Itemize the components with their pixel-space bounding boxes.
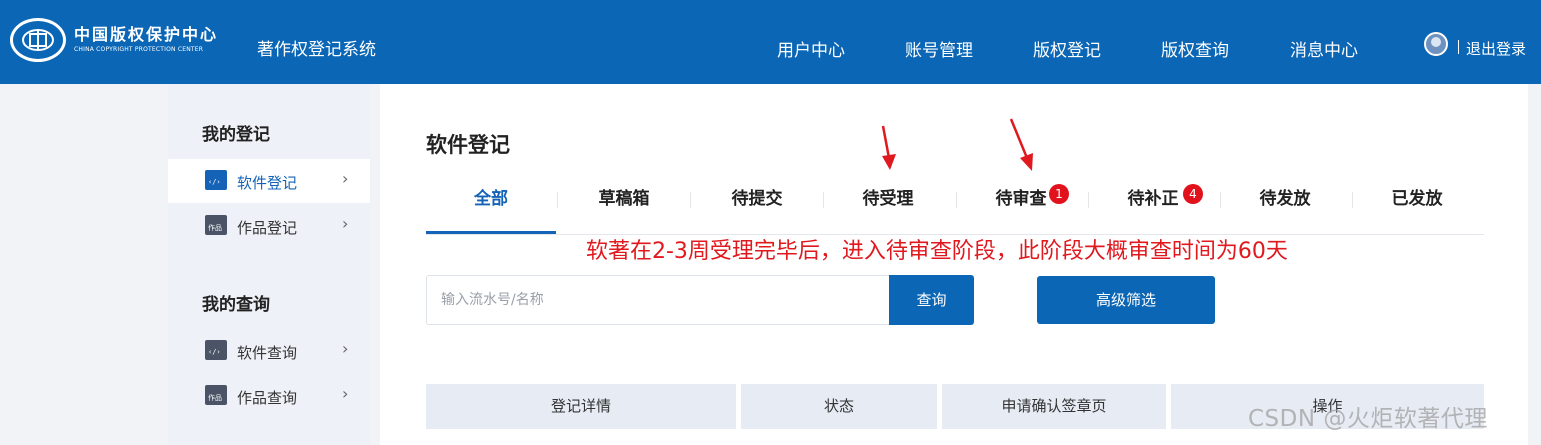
logo-chinese-name: 中国版权保护中心	[74, 25, 219, 44]
tab-pending-review[interactable]: 待审查 1	[956, 178, 1086, 234]
tab-label: 待提交	[731, 189, 783, 209]
nav-account-management[interactable]: 账号管理	[905, 36, 973, 61]
active-tab-underline	[426, 231, 556, 234]
search-button[interactable]: 查询	[889, 275, 974, 325]
tab-all[interactable]: 全部	[426, 178, 556, 234]
nav-user-center[interactable]: 用户中心	[777, 36, 845, 61]
sidebar-item-work-query[interactable]: 作品 作品查询 ›	[168, 374, 370, 418]
tab-pending-submission[interactable]: 待提交	[692, 178, 822, 234]
table-header-registration-details: 登记详情	[426, 384, 736, 429]
pending-correction-count-badge: 4	[1183, 184, 1203, 204]
ccpc-logo[interactable]: 中国版权保护中心 CHINA COPYRIGHT PROTECTION CENT…	[10, 18, 218, 62]
main-panel: 软件登记 全部 草稿箱 待提交 待受理 待审查 1 待补正 4 待发放 已发放 …	[380, 84, 1528, 445]
red-arrow-icon	[1009, 118, 1033, 171]
tab-label: 待审查	[995, 189, 1047, 209]
tab-label: 已发放	[1391, 189, 1443, 209]
top-navigation-bar: 中国版权保护中心 CHINA COPYRIGHT PROTECTION CENT…	[0, 0, 1541, 84]
tab-issued[interactable]: 已发放	[1352, 178, 1482, 234]
chevron-right-icon: ›	[342, 214, 349, 233]
table-header-status: 状态	[741, 384, 937, 429]
sidebar-item-label: 作品登记	[237, 219, 298, 237]
user-avatar[interactable]	[1424, 32, 1448, 56]
tab-label: 待补正	[1127, 189, 1179, 209]
sidebar-item-label: 作品查询	[237, 389, 298, 407]
nav-copyright-query[interactable]: 版权查询	[1161, 36, 1229, 61]
chevron-right-icon: ›	[342, 384, 349, 403]
csdn-watermark: CSDN @火炬软著代理	[1248, 406, 1488, 432]
chevron-right-icon: ›	[342, 339, 349, 358]
pending-review-count-badge: 1	[1049, 184, 1069, 204]
red-annotation-text: 软著在2-3周受理完毕后，进入待审查阶段，此阶段大概审查时间为60天	[586, 239, 1288, 264]
page-title: 软件登记	[426, 133, 510, 157]
logo-english-name: CHINA COPYRIGHT PROTECTION CENTER	[74, 46, 204, 53]
sidebar-item-label: 软件查询	[237, 344, 298, 362]
system-name: 著作权登记系统	[257, 40, 376, 60]
tab-label: 全部	[474, 189, 508, 209]
sidebar-item-software-registration[interactable]: ‹/› 软件登记 ›	[168, 159, 370, 203]
tab-pending-acceptance[interactable]: 待受理	[823, 178, 953, 234]
tab-separator	[557, 192, 558, 208]
artwork-window-icon: 作品	[205, 385, 227, 405]
code-window-icon: ‹/›	[205, 170, 227, 190]
sidebar: 我的登记 ‹/› 软件登记 › 作品 作品登记 › 我的查询 ‹/› 软件查询 …	[168, 84, 370, 445]
tab-pending-issue[interactable]: 待发放	[1220, 178, 1350, 234]
logout-link[interactable]: 退出登录	[1466, 38, 1526, 59]
tab-label: 待发放	[1259, 189, 1311, 209]
logout-divider	[1458, 40, 1459, 54]
sidebar-group-my-registrations: 我的登记	[202, 125, 270, 145]
red-arrow-icon	[881, 125, 896, 170]
sidebar-group-my-queries: 我的查询	[202, 295, 270, 315]
search-input[interactable]	[439, 276, 883, 324]
tab-label: 草稿箱	[598, 189, 650, 209]
tab-label: 待受理	[862, 189, 914, 209]
code-window-icon: ‹/›	[205, 340, 227, 360]
ccpc-emblem-icon	[10, 18, 66, 62]
sidebar-item-label: 软件登记	[237, 174, 298, 192]
nav-copyright-registration[interactable]: 版权登记	[1033, 36, 1101, 61]
search-field[interactable]	[426, 275, 889, 325]
advanced-filter-button[interactable]: 高级筛选	[1037, 276, 1215, 324]
artwork-window-icon: 作品	[205, 215, 227, 235]
tab-pending-correction[interactable]: 待补正 4	[1088, 178, 1218, 234]
tab-separator	[690, 192, 691, 208]
tab-drafts[interactable]: 草稿箱	[559, 178, 689, 234]
chevron-right-icon: ›	[342, 169, 349, 188]
nav-message-center[interactable]: 消息中心	[1290, 36, 1358, 61]
status-tabs: 全部 草稿箱 待提交 待受理 待审查 1 待补正 4 待发放 已发放	[426, 178, 1484, 235]
sidebar-item-work-registration[interactable]: 作品 作品登记 ›	[168, 204, 370, 248]
table-header-confirmation-page: 申请确认签章页	[942, 384, 1166, 429]
sidebar-item-software-query[interactable]: ‹/› 软件查询 ›	[168, 329, 370, 373]
